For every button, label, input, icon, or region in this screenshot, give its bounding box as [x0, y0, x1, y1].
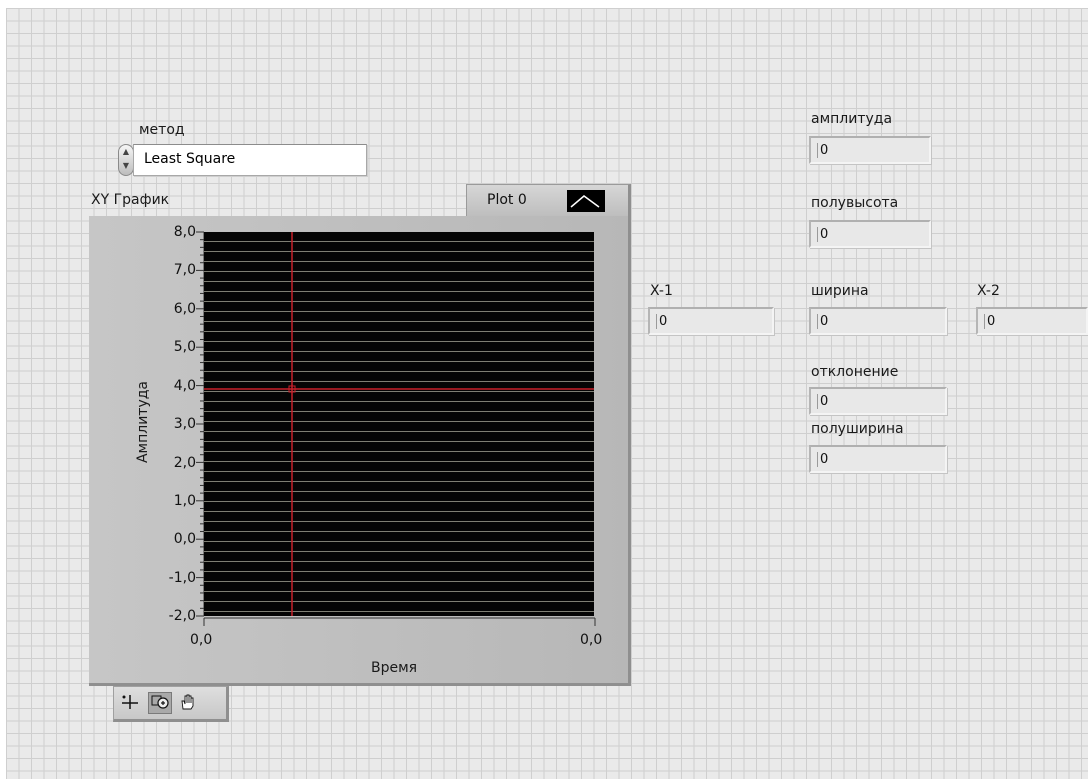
deviation-label: отклонение [811, 364, 899, 380]
graph-palette [113, 686, 229, 722]
half-width-value: 0 [817, 452, 828, 467]
plot-area[interactable] [204, 232, 594, 616]
width-label: ширина [811, 283, 869, 299]
x2-label: X-2 [977, 283, 1000, 299]
half-width-indicator: 0 [809, 445, 947, 473]
pan-hand-icon[interactable] [176, 692, 200, 714]
width-indicator: 0 [809, 307, 947, 335]
x-tick-label: 0,0 [580, 632, 603, 648]
half-height-label: полувысота [811, 195, 899, 211]
half-height-indicator: 0 [809, 220, 931, 248]
y-tick-label: -2,0 [168, 608, 196, 624]
half-height-value: 0 [817, 227, 828, 242]
y-axis-label: Амплитуда [135, 380, 151, 464]
y-tick-label: 3,0 [173, 416, 196, 432]
y-tick-label: 7,0 [173, 262, 196, 278]
method-spinner-icon[interactable]: ▲ ▼ [118, 144, 134, 176]
y-tick-label: 5,0 [173, 339, 196, 355]
cursor-move-icon[interactable] [118, 692, 142, 714]
amplitude-indicator: 0 [809, 136, 931, 164]
amplitude-label: амплитуда [811, 111, 893, 127]
y-tick-label: 8,0 [173, 224, 196, 240]
width-value: 0 [817, 314, 828, 329]
x2-indicator: 0 [976, 307, 1088, 335]
method-ring-control[interactable]: Least Square [133, 144, 367, 176]
y-tick-label: 0,0 [173, 531, 196, 547]
method-label: метод [139, 122, 185, 138]
x1-value: 0 [656, 314, 667, 329]
x-axis-label: Время [371, 660, 418, 676]
x-axis [203, 617, 596, 626]
graph-title: XY График [91, 192, 170, 208]
y-tick-label: -1,0 [168, 570, 196, 586]
plot-legend[interactable]: Plot 0 [466, 184, 631, 218]
x-tick-label: 0,0 [190, 632, 213, 648]
y-tick-label: 2,0 [173, 455, 196, 471]
x1-indicator: 0 [648, 307, 774, 335]
zoom-icon[interactable] [148, 692, 172, 714]
x2-value: 0 [984, 314, 995, 329]
x1-label: X-1 [650, 283, 673, 299]
deviation-value: 0 [817, 394, 828, 409]
y-tick-label: 6,0 [173, 301, 196, 317]
y-tick-label: 1,0 [173, 493, 196, 509]
graph-title-bar: XY График [89, 186, 469, 216]
y-tick-label: 4,0 [173, 378, 196, 394]
method-value: Least Square [144, 151, 236, 167]
legend-plot-name: Plot 0 [487, 192, 527, 208]
deviation-indicator: 0 [809, 387, 947, 415]
plot-line-icon[interactable] [567, 190, 605, 212]
amplitude-value: 0 [817, 143, 828, 158]
half-width-label: полуширина [811, 421, 904, 437]
